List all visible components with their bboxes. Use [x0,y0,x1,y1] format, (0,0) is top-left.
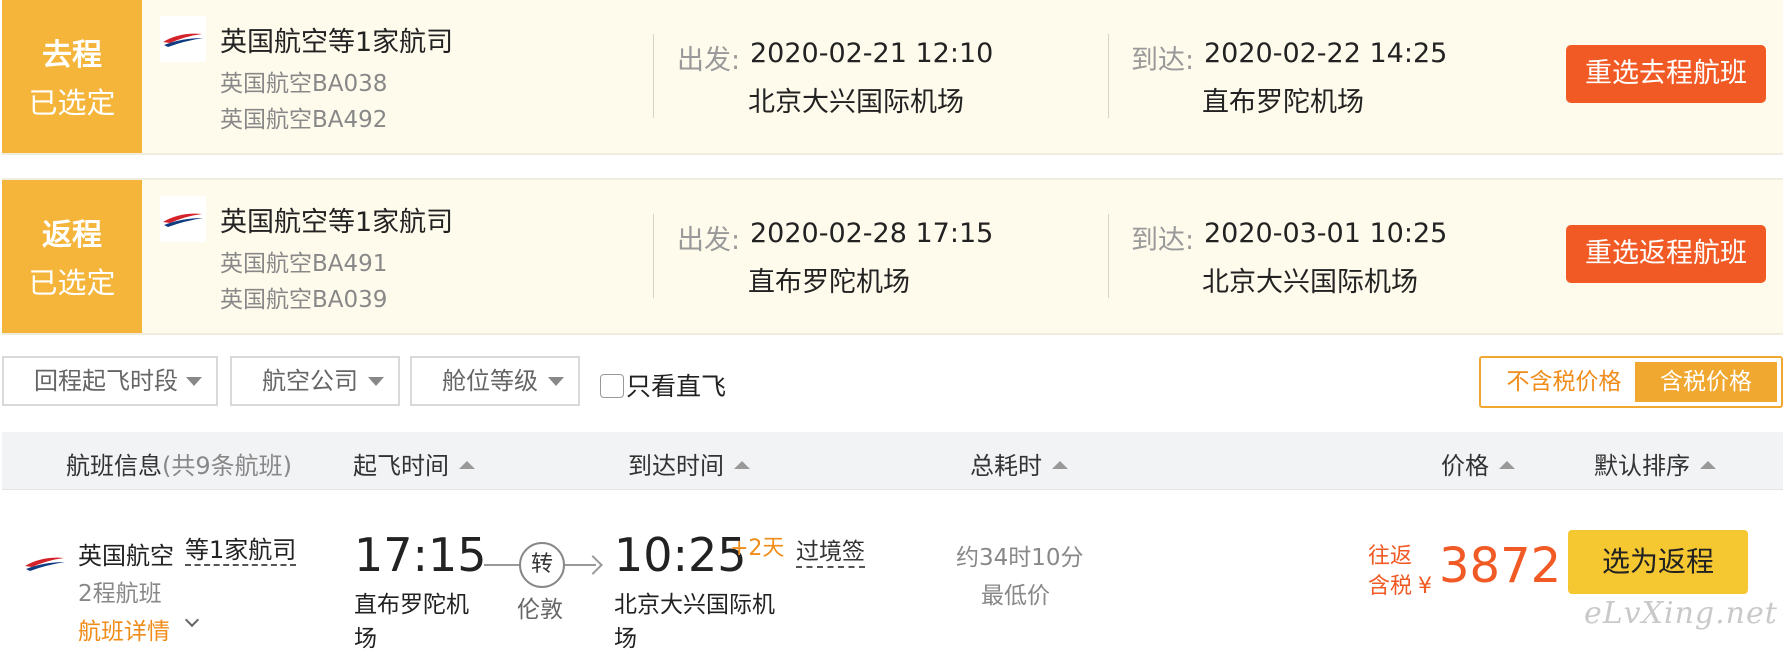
return-tag-title: 返程 [42,218,102,253]
outbound-depart-airport: 北京大兴国际机场 [748,87,964,118]
currency-symbol: ¥ [1418,574,1432,599]
result-airline: 英国航空 [78,542,174,570]
direct-only-label[interactable]: 只看直飞 [626,367,726,403]
outbound-tag: 去程 已选定 [2,0,142,153]
price-with-tax-option[interactable]: 含税价格 [1635,362,1777,402]
sort-arrive-time[interactable]: 到达时间 [628,446,750,481]
price-label-tax: 含税 [1368,574,1413,599]
outbound-segment-card: 去程 已选定 英国航空等1家航司 英国航空BA038 英国航空BA492 出发:… [2,0,1783,155]
sort-price[interactable]: 价格 [1441,446,1515,481]
direct-only-checkbox[interactable] [600,374,624,398]
lowest-price-badge: 最低价 [981,583,1050,609]
return-tag: 返程 已选定 [2,180,142,333]
outbound-depart-time: 2020-02-21 12:10 [750,38,994,69]
sort-depart-time-label: 起飞时间 [353,452,449,480]
outbound-arrive-time: 2020-02-22 14:25 [1204,38,1448,69]
sort-flight-info: 航班信息(共9条航班) [66,446,292,481]
result-price: 3872 [1439,538,1562,594]
chevron-down-icon [548,377,564,386]
sort-bar: 航班信息(共9条航班) 起飞时间 到达时间 总耗时 价格 默认排序 [2,432,1783,490]
outbound-flight-1: 英国航空BA038 [220,71,388,97]
sort-default-label: 默认排序 [1594,452,1690,480]
outbound-airline: 英国航空等1家航司 [220,27,454,58]
british-airways-logo-icon [160,16,206,62]
chevron-down-icon [186,377,202,386]
arrow-right-icon [583,555,603,575]
outbound-depart-label: 出发: [677,45,741,76]
sort-up-icon [459,461,475,469]
outbound-tag-status: 已选定 [28,86,116,120]
sort-up-icon [1700,461,1716,469]
result-plus-days: +2天 [730,536,785,561]
result-depart-airport: 直布罗陀机场 [354,592,469,650]
chevron-down-icon [368,377,384,386]
select-return-button[interactable]: 选为返程 [1568,530,1748,594]
transfer-city: 伦敦 [517,597,563,623]
return-tag-status: 已选定 [28,266,116,300]
return-flight-1: 英国航空BA491 [220,251,388,277]
divider [653,214,654,298]
outbound-arrive-airport: 直布罗陀机场 [1202,87,1364,118]
divider [653,34,654,118]
result-arrive-time: 10:25 [614,528,747,582]
flight-detail-link[interactable]: 航班详情 [78,612,170,646]
time-slot-filter-label: 回程起飞时段 [34,367,178,395]
watermark: eLvXing.net [1584,596,1778,631]
sort-duration-label: 总耗时 [970,452,1042,480]
time-slot-filter-dropdown[interactable]: 回程起飞时段 [2,356,218,406]
airline-filter-dropdown[interactable]: 航空公司 [230,356,400,406]
return-segment-card: 返程 已选定 英国航空等1家航司 英国航空BA491 英国航空BA039 出发:… [2,178,1783,335]
result-arrive-airport: 北京大兴国际机场 [614,592,775,650]
price-tax-toggle: 不含税价格 含税价格 [1479,356,1783,408]
return-flight-2: 英国航空BA039 [220,287,388,313]
result-legs: 2程航班 [78,581,162,607]
return-depart-label: 出发: [677,225,741,256]
british-airways-logo-icon [22,540,68,586]
reselect-return-button[interactable]: 重选返程航班 [1566,225,1766,283]
sort-arrive-time-label: 到达时间 [628,452,724,480]
price-without-tax-option[interactable]: 不含税价格 [1489,362,1639,402]
return-depart-airport: 直布罗陀机场 [748,267,910,298]
british-airways-logo-icon [160,196,206,242]
divider [1108,214,1109,298]
outbound-arrive-label: 到达: [1131,45,1195,76]
return-arrive-label: 到达: [1131,225,1195,256]
outbound-tag-title: 去程 [42,38,102,73]
flight-info-label: 航班信息 [66,452,162,480]
transit-visa-note[interactable]: 过境签 [796,538,865,568]
chevron-down-icon[interactable] [184,612,200,628]
sort-depart-time[interactable]: 起飞时间 [353,446,475,481]
sort-up-icon [1052,461,1068,469]
sort-default[interactable]: 默认排序 [1594,446,1716,481]
transfer-badge: 转 [519,542,565,588]
sort-up-icon [734,461,750,469]
flight-result-row: 英国航空 等1家航司 2程航班 航班详情 17:15 直布罗陀机场 转 伦敦 1… [2,492,1783,650]
reselect-outbound-button[interactable]: 重选去程航班 [1566,45,1766,103]
return-arrive-time: 2020-03-01 10:25 [1204,218,1448,249]
cabin-filter-label: 舱位等级 [442,367,538,395]
airline-filter-label: 航空公司 [262,367,358,395]
price-label-roundtrip: 往返 [1368,544,1413,569]
divider [1108,34,1109,118]
return-airline: 英国航空等1家航司 [220,207,454,238]
price-label: 往返 含税 [1368,542,1412,602]
result-depart-time: 17:15 [354,528,487,582]
result-more-airlines[interactable]: 等1家航司 [185,536,297,566]
return-depart-time: 2020-02-28 17:15 [750,218,994,249]
sort-up-icon [1499,461,1515,469]
result-duration: 约34时10分 [956,545,1084,571]
sort-price-label: 价格 [1441,452,1489,480]
return-arrive-airport: 北京大兴国际机场 [1202,267,1418,298]
cabin-filter-dropdown[interactable]: 舱位等级 [410,356,580,406]
outbound-flight-2: 英国航空BA492 [220,107,388,133]
sort-duration[interactable]: 总耗时 [970,446,1068,481]
flight-count: (共9条航班) [162,452,292,480]
